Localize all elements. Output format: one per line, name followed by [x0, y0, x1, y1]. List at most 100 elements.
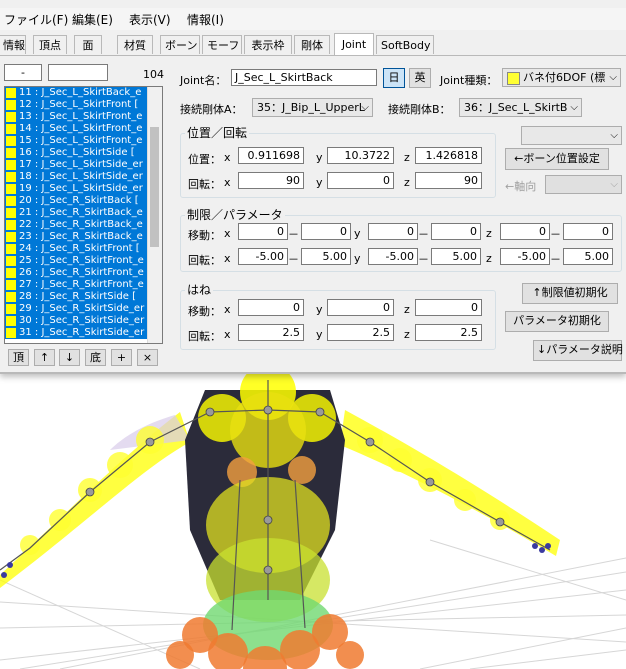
tab-vertex[interactable]: 頂点 — [33, 35, 67, 54]
pos-y-input[interactable]: 10.3722 — [327, 147, 394, 164]
list-item[interactable]: 24 : J_Sec_R_SkirtFront [ — [5, 243, 162, 255]
limit-move-z-min-input[interactable]: 0 — [500, 223, 550, 240]
spring-rot-z-input[interactable]: 2.5 — [415, 324, 482, 341]
limit-rot-y-min-input[interactable]: -5.00 — [368, 248, 418, 265]
tab-morph[interactable]: モーフ — [202, 35, 242, 54]
reset-limits-button[interactable]: ↑制限値初期化 — [522, 283, 618, 304]
tab-info[interactable]: 情報 — [0, 35, 26, 54]
rot-y-input[interactable]: 0 — [327, 172, 394, 189]
list-item[interactable]: 25 : J_Sec_R_SkirtFront_e — [5, 255, 162, 267]
scrollbar-thumb[interactable] — [150, 127, 159, 247]
body-a-select[interactable]: 35：J_Bip_L_UpperL ⌵ — [252, 98, 373, 117]
list-scrollbar[interactable] — [147, 87, 162, 343]
limit-move-z-max-input[interactable]: 0 — [563, 223, 613, 240]
list-item[interactable]: 15 : J_Sec_L_SkirtFront_e — [5, 135, 162, 147]
list-item[interactable]: 22 : J_Sec_R_SkirtBack_e — [5, 219, 162, 231]
axis-select[interactable]: ⌵ — [545, 175, 622, 194]
list-item[interactable]: 19 : J_Sec_L_SkirtSide_er — [5, 183, 162, 195]
limit-move-x-max-input[interactable]: 0 — [301, 223, 351, 240]
menu-edit[interactable]: 編集(E) — [72, 11, 113, 28]
body-b-select[interactable]: 36：J_Sec_L_SkirtB ⌵ — [459, 98, 582, 117]
move-up-button[interactable]: ↑ — [34, 349, 55, 366]
list-item-label: 27 : J_Sec_R_SkirtFront_e — [19, 279, 144, 290]
menu-info[interactable]: 情報(I) — [187, 11, 224, 28]
joint-color-swatch — [6, 88, 16, 98]
spring-move-z-input[interactable]: 0 — [415, 299, 482, 316]
limit-move-x-min-input[interactable]: 0 — [238, 223, 288, 240]
limit-move-y-min-input[interactable]: 0 — [368, 223, 418, 240]
list-item[interactable]: 13 : J_Sec_L_SkirtFront_e — [5, 111, 162, 123]
limit-move-label: 移動： — [188, 229, 221, 242]
add-button[interactable]: + — [111, 349, 132, 366]
tab-softbody[interactable]: SoftBody — [376, 35, 434, 54]
rot-x-input[interactable]: 90 — [238, 172, 304, 189]
spring-move-z-label: z — [404, 303, 410, 316]
list-item[interactable]: 26 : J_Sec_R_SkirtFront_e — [5, 267, 162, 279]
list-item[interactable]: 11 : J_Sec_L_SkirtBack_e — [5, 87, 162, 99]
tab-bone[interactable]: ボーン — [160, 35, 200, 54]
pos-x-input[interactable]: 0.911698 — [238, 147, 304, 164]
range-dash: － — [550, 228, 561, 241]
bone-position-button[interactable]: ←ボーン位置設定 — [505, 148, 609, 170]
reset-params-button[interactable]: パラメータ初期化 — [505, 311, 609, 332]
list-item[interactable]: 16 : J_Sec_L_SkirtSide [ — [5, 147, 162, 159]
3d-viewport[interactable] — [0, 370, 626, 669]
spring-rot-y-input[interactable]: 2.5 — [327, 324, 394, 341]
limit-rot-z-max-input[interactable]: 5.00 — [563, 248, 613, 265]
list-item[interactable]: 29 : J_Sec_R_SkirtSide_er — [5, 303, 162, 315]
joint-color-swatch — [6, 232, 16, 242]
list-item-label: 19 : J_Sec_L_SkirtSide_er — [19, 183, 143, 194]
list-item[interactable]: 30 : J_Sec_R_SkirtSide_er — [5, 315, 162, 327]
move-top-button[interactable]: 頂 — [8, 349, 29, 366]
list-item[interactable]: 28 : J_Sec_R_SkirtSide [ — [5, 291, 162, 303]
menu-view[interactable]: 表示(V) — [129, 11, 171, 28]
range-dash: － — [550, 253, 561, 266]
joint-name-input[interactable]: J_Sec_L_SkirtBack — [231, 69, 377, 86]
lang-en-button[interactable]: 英 — [409, 68, 431, 88]
list-item[interactable]: 12 : J_Sec_L_SkirtFront [ — [5, 99, 162, 111]
limit-move-y-max-input[interactable]: 0 — [431, 223, 481, 240]
list-item[interactable]: 14 : J_Sec_L_SkirtFront_e — [5, 123, 162, 135]
list-item[interactable]: 21 : J_Sec_R_SkirtBack_e — [5, 207, 162, 219]
list-item-label: 18 : J_Sec_L_SkirtSide_er — [19, 171, 143, 182]
delete-button[interactable]: × — [137, 349, 158, 366]
tab-face[interactable]: 面 — [74, 35, 102, 54]
tab-rigidbody[interactable]: 剛体 — [294, 35, 330, 54]
joint-color-swatch — [6, 280, 16, 290]
tab-display-frame[interactable]: 表示枠 — [244, 35, 292, 54]
tab-joint[interactable]: Joint — [334, 33, 374, 55]
list-item[interactable]: 23 : J_Sec_R_SkirtBack_e — [5, 231, 162, 243]
limit-rot-x-min-input[interactable]: -5.00 — [238, 248, 288, 265]
list-item[interactable]: 20 : J_Sec_R_SkirtBack [ — [5, 195, 162, 207]
joint-color-swatch — [6, 100, 16, 110]
lang-jp-button[interactable]: 日 — [383, 68, 405, 88]
joint-list[interactable]: 11 : J_Sec_L_SkirtBack_e 12 : J_Sec_L_Ski… — [4, 86, 163, 344]
param-help-button[interactable]: ↓パラメータ説明 — [533, 340, 623, 361]
tab-material[interactable]: 材質 — [117, 35, 153, 54]
move-bottom-button[interactable]: 底 — [85, 349, 106, 366]
list-item[interactable]: 27 : J_Sec_R_SkirtFront_e — [5, 279, 162, 291]
limit-move-y-label: y — [354, 227, 361, 240]
range-dash: － — [288, 228, 299, 241]
spring-rot-x-input[interactable]: 2.5 — [238, 324, 304, 341]
joint-type-select[interactable]: バネ付6DOF (標 ⌵ — [502, 68, 621, 87]
list-item[interactable]: 31 : J_Sec_R_SkirtSide_er — [5, 327, 162, 339]
menu-file[interactable]: ファイル(F) — [4, 11, 68, 28]
limit-rot-y-max-input[interactable]: 5.00 — [431, 248, 481, 265]
move-down-button[interactable]: ↓ — [59, 349, 80, 366]
pos-label: 位置： — [188, 153, 221, 166]
pos-z-input[interactable]: 1.426818 — [415, 147, 482, 164]
list-item[interactable]: 17 : J_Sec_L_SkirtSide_er — [5, 159, 162, 171]
limit-rot-z-min-input[interactable]: -5.00 — [500, 248, 550, 265]
list-spinner[interactable]: - — [4, 64, 42, 81]
list-filter-input[interactable] — [48, 64, 108, 81]
spring-move-y-input[interactable]: 0 — [327, 299, 394, 316]
spring-move-x-input[interactable]: 0 — [238, 299, 304, 316]
limit-move-x-label: x — [224, 227, 231, 240]
top-right-select[interactable]: ⌵ — [521, 126, 622, 145]
spring-rot-y-label: y — [316, 328, 323, 341]
list-item[interactable]: 18 : J_Sec_L_SkirtSide_er — [5, 171, 162, 183]
limit-rot-x-max-input[interactable]: 5.00 — [301, 248, 351, 265]
rot-z-input[interactable]: 90 — [415, 172, 482, 189]
joint-color-swatch — [6, 148, 16, 158]
